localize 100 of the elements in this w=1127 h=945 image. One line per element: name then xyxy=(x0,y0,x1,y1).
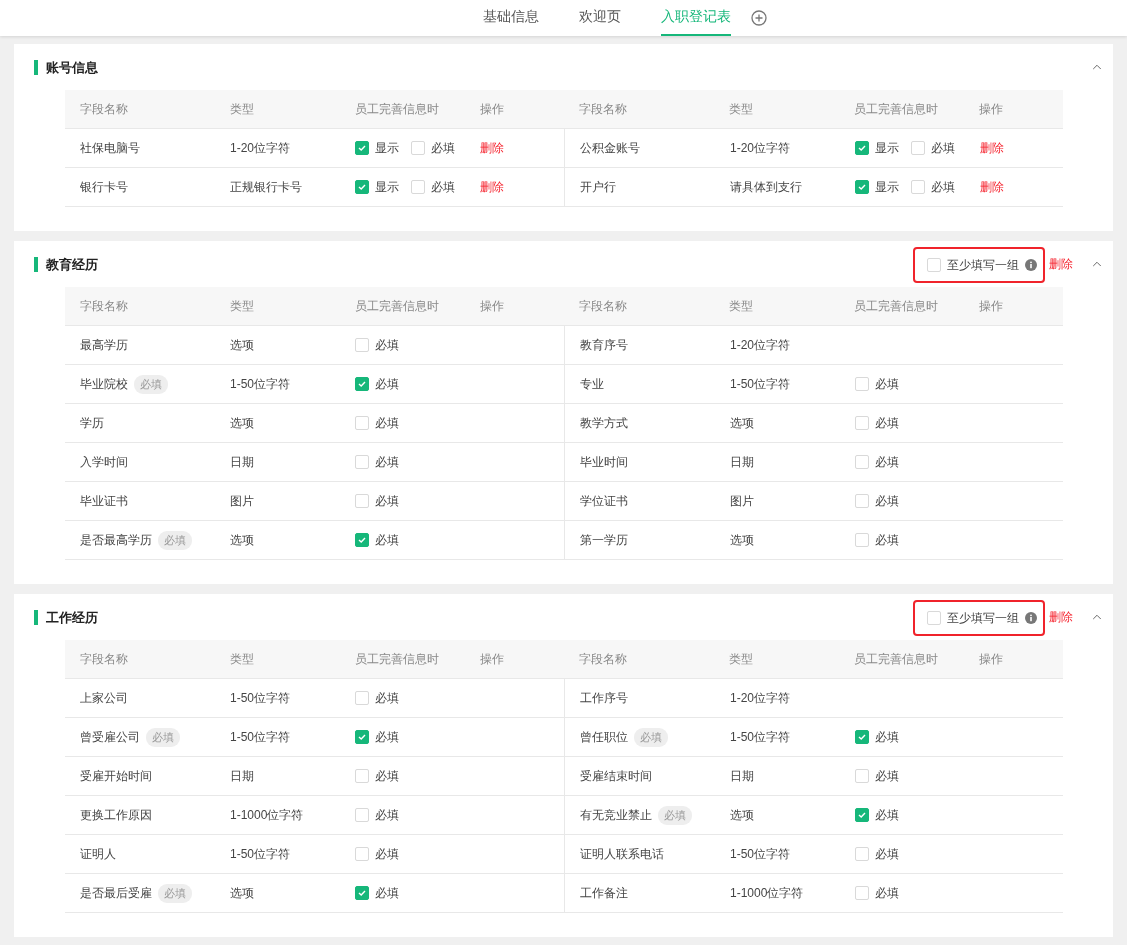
checkbox[interactable] xyxy=(855,377,869,391)
checkbox[interactable] xyxy=(355,886,369,900)
field-name: 开户行 xyxy=(580,178,616,196)
column-header: 员工完善信息时 xyxy=(355,100,439,118)
field-type: 1-50位字符 xyxy=(730,845,791,863)
checkbox[interactable] xyxy=(855,730,869,744)
option-label: 必填 xyxy=(431,178,455,196)
delete-link[interactable]: 删除 xyxy=(480,178,504,196)
field-type: 1-20位字符 xyxy=(730,689,791,707)
checkbox[interactable] xyxy=(855,180,869,194)
checkbox[interactable] xyxy=(355,691,369,705)
required-badge: 必填 xyxy=(634,727,668,747)
field-name: 学位证书 xyxy=(580,492,628,510)
checkbox[interactable] xyxy=(355,769,369,783)
option-label: 必填 xyxy=(375,806,399,824)
checkbox[interactable] xyxy=(855,494,869,508)
tab[interactable]: 欢迎页 xyxy=(578,0,621,36)
column-header: 类型 xyxy=(230,650,254,668)
checkbox[interactable] xyxy=(927,258,941,272)
checkbox[interactable] xyxy=(927,611,941,625)
option-label: 必填 xyxy=(375,689,399,707)
column-header: 字段名称 xyxy=(80,297,128,315)
field-type: 日期 xyxy=(730,453,754,471)
field-name: 是否最后受雇 xyxy=(80,884,152,902)
check-icon xyxy=(857,810,867,820)
delete-link[interactable]: 删除 xyxy=(480,139,504,157)
option-label: 必填 xyxy=(431,139,455,157)
checkbox[interactable] xyxy=(355,808,369,822)
option-label: 必填 xyxy=(375,884,399,902)
field-type: 选项 xyxy=(230,884,254,902)
tab[interactable]: 基础信息 xyxy=(482,0,539,36)
column-header: 员工完善信息时 xyxy=(854,297,938,315)
field-name: 毕业院校 xyxy=(80,375,128,393)
delete-link[interactable]: 删除 xyxy=(1049,608,1073,626)
field-type: 选项 xyxy=(230,414,254,432)
delete-link[interactable]: 删除 xyxy=(980,139,1004,157)
checkbox[interactable] xyxy=(355,180,369,194)
checkbox[interactable] xyxy=(855,808,869,822)
option-label: 必填 xyxy=(875,492,899,510)
field-name: 工作序号 xyxy=(580,689,628,707)
field-type: 日期 xyxy=(730,767,754,785)
checkbox[interactable] xyxy=(355,141,369,155)
check-icon xyxy=(357,182,367,192)
checkbox[interactable] xyxy=(355,533,369,547)
checkbox[interactable] xyxy=(855,141,869,155)
checkbox[interactable] xyxy=(911,180,925,194)
required-badge: 必填 xyxy=(158,530,192,550)
checkbox[interactable] xyxy=(355,455,369,469)
field-type: 1-20位字符 xyxy=(730,139,791,157)
field-name: 受雇结束时间 xyxy=(580,767,652,785)
checkbox[interactable] xyxy=(855,533,869,547)
section-title: 教育经历 xyxy=(34,256,913,272)
field-name: 入学时间 xyxy=(80,453,128,471)
delete-link[interactable]: 删除 xyxy=(1049,255,1073,273)
column-header: 操作 xyxy=(480,650,504,668)
option-label: 必填 xyxy=(875,728,899,746)
option-label: 必填 xyxy=(875,375,899,393)
checkbox[interactable] xyxy=(855,416,869,430)
option-label: 必填 xyxy=(375,414,399,432)
checkbox[interactable] xyxy=(911,141,925,155)
column-header: 操作 xyxy=(480,100,504,118)
add-icon[interactable] xyxy=(750,10,767,26)
option-label: 必填 xyxy=(375,767,399,785)
field-type: 选项 xyxy=(230,336,254,354)
checkbox[interactable] xyxy=(355,494,369,508)
checkbox[interactable] xyxy=(355,377,369,391)
checkbox[interactable] xyxy=(855,455,869,469)
field-name: 教育序号 xyxy=(580,336,628,354)
field-name: 证明人 xyxy=(80,845,116,863)
field-name: 是否最高学历 xyxy=(80,531,152,549)
required-badge: 必填 xyxy=(146,727,180,747)
field-type: 请具体到支行 xyxy=(730,178,802,196)
checkbox[interactable] xyxy=(355,847,369,861)
checkbox[interactable] xyxy=(355,730,369,744)
option-label: 显示 xyxy=(375,178,399,196)
option-label: 必填 xyxy=(875,531,899,549)
tab[interactable]: 入职登记表 xyxy=(660,0,731,36)
option-label: 必填 xyxy=(375,375,399,393)
checkbox[interactable] xyxy=(355,416,369,430)
checkbox[interactable] xyxy=(855,847,869,861)
option-label: 必填 xyxy=(375,336,399,354)
option-label: 显示 xyxy=(875,178,899,196)
check-icon xyxy=(857,182,867,192)
checkbox[interactable] xyxy=(355,338,369,352)
checkbox[interactable] xyxy=(855,886,869,900)
field-type: 1-50位字符 xyxy=(730,375,791,393)
field-type: 1-50位字符 xyxy=(230,845,291,863)
option-label: 必填 xyxy=(875,767,899,785)
field-name: 曾任职位 xyxy=(580,728,628,746)
field-name: 教学方式 xyxy=(580,414,628,432)
checkbox[interactable] xyxy=(411,141,425,155)
checkbox[interactable] xyxy=(411,180,425,194)
column-header: 操作 xyxy=(979,100,1003,118)
delete-link[interactable]: 删除 xyxy=(980,178,1004,196)
option-label: 必填 xyxy=(375,531,399,549)
column-header: 操作 xyxy=(979,650,1003,668)
column-header: 员工完善信息时 xyxy=(854,650,938,668)
field-type: 选项 xyxy=(730,806,754,824)
checkbox[interactable] xyxy=(855,769,869,783)
field-name: 毕业时间 xyxy=(580,453,628,471)
